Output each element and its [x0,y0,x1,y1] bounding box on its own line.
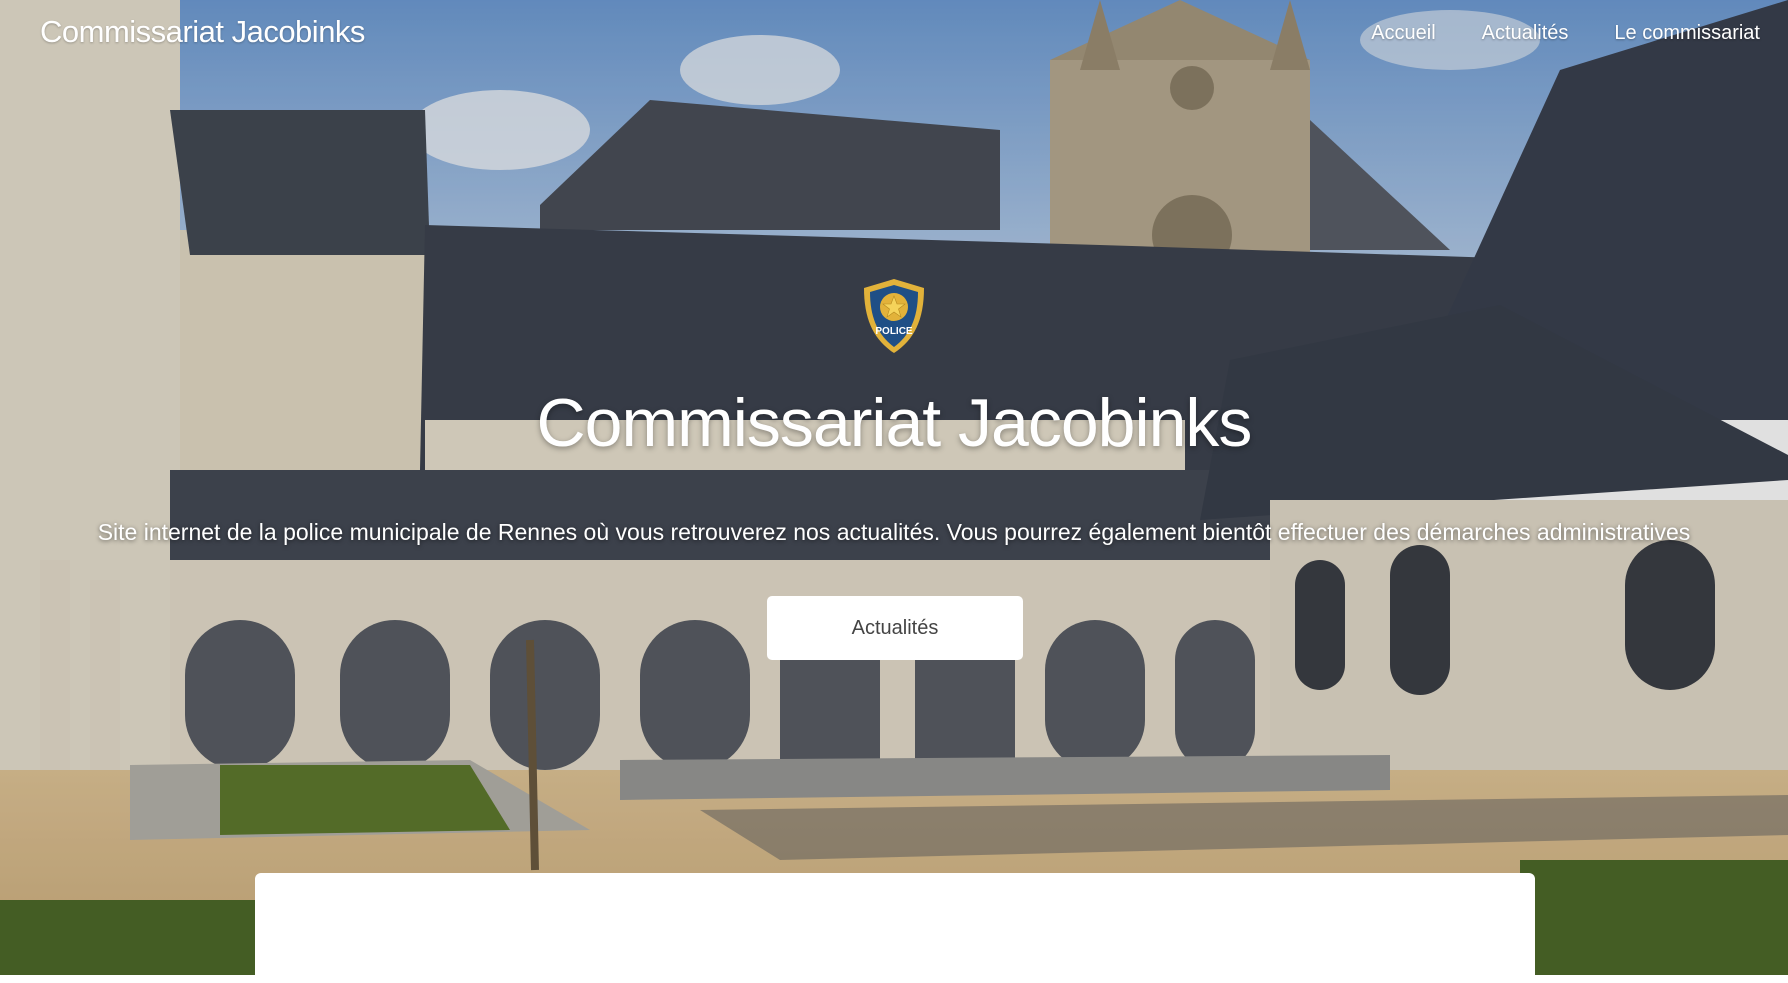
main-nav: Accueil Actualités Le commissariat [1371,22,1760,45]
hero-background-image [0,0,1788,975]
nav-link-actualites[interactable]: Actualités [1482,22,1569,45]
top-navbar: Commissariat Jacobinks Accueil Actualité… [0,0,1788,70]
badge-label: POLICE [875,326,913,337]
hero-title: Commissariat Jacobinks [536,385,1253,461]
site-brand-link[interactable]: Commissariat Jacobinks [40,14,365,50]
nav-link-accueil[interactable]: Accueil [1371,22,1435,45]
content-card [255,873,1535,983]
hero-subtitle: Site internet de la police municipale de… [97,519,1691,545]
actualites-button[interactable]: Actualités [767,596,1023,660]
nav-link-commissariat[interactable]: Le commissariat [1614,22,1760,45]
police-badge-icon: POLICE [864,279,924,353]
